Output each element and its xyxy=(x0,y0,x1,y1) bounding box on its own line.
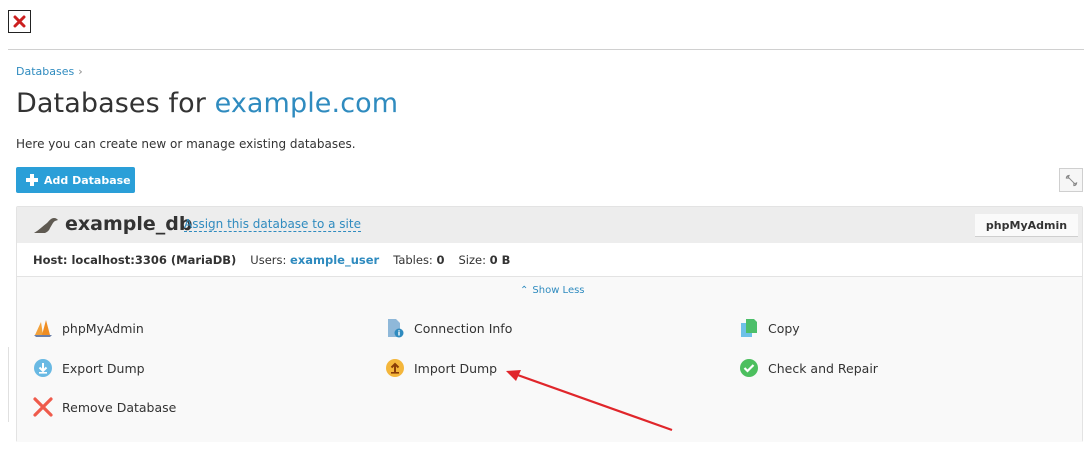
tables-label: Tables: xyxy=(393,252,433,267)
close-button[interactable] xyxy=(8,10,31,33)
plus-icon xyxy=(26,174,38,186)
add-database-label: Add Database xyxy=(44,173,131,187)
sea-lion-icon xyxy=(34,218,58,233)
add-database-button[interactable]: Add Database xyxy=(16,167,135,193)
database-card: example_db Assign this database to a sit… xyxy=(16,206,1083,442)
action-copy[interactable]: Copy xyxy=(739,318,800,338)
page-title-prefix: Databases for xyxy=(16,88,215,119)
chevron-up-icon: ⌃ xyxy=(520,285,529,296)
breadcrumb: Databases › xyxy=(16,65,83,78)
size-info: Size: 0 B xyxy=(458,253,510,267)
action-check-repair-label: Check and Repair xyxy=(768,360,878,376)
database-actions-panel: ⌃ Show Less phpMyAdmin Connection Info C… xyxy=(17,277,1082,442)
show-less-label: Show Less xyxy=(532,285,585,296)
action-check-repair[interactable]: Check and Repair xyxy=(739,358,878,378)
action-copy-label: Copy xyxy=(768,320,800,336)
breadcrumb-databases-link[interactable]: Databases xyxy=(16,65,74,78)
size-label: Size: xyxy=(458,252,486,267)
wrench-icon xyxy=(1065,174,1077,186)
action-export-dump-label: Export Dump xyxy=(62,360,145,376)
tables-value: 0 xyxy=(436,252,445,267)
page-title-domain-link[interactable]: example.com xyxy=(215,88,399,119)
action-import-dump[interactable]: Import Dump xyxy=(385,358,497,378)
phpmyadmin-icon xyxy=(33,318,53,338)
database-info-row: Host: localhost:3306 (MariaDB) Users: ex… xyxy=(17,243,1082,277)
size-value: 0 B xyxy=(489,252,511,267)
action-remove-database[interactable]: Remove Database xyxy=(33,397,176,417)
top-divider xyxy=(8,49,1084,50)
database-name: example_db xyxy=(65,213,193,235)
copy-icon xyxy=(739,318,759,338)
host-info: Host: localhost:3306 (MariaDB) xyxy=(33,252,237,267)
action-export-dump[interactable]: Export Dump xyxy=(33,358,145,378)
page-hint: Here you can create new or manage existi… xyxy=(16,137,356,151)
remove-icon xyxy=(33,397,53,417)
action-phpmyadmin-label: phpMyAdmin xyxy=(62,320,144,336)
action-connection-info[interactable]: Connection Info xyxy=(385,318,512,338)
page-title: Databases for example.com xyxy=(16,88,398,119)
check-repair-icon xyxy=(739,358,759,378)
connection-info-icon xyxy=(385,318,405,338)
action-phpmyadmin[interactable]: phpMyAdmin xyxy=(33,318,144,338)
show-less-toggle[interactable]: ⌃ Show Less xyxy=(520,285,585,296)
export-dump-icon xyxy=(33,358,53,378)
users-link[interactable]: example_user xyxy=(290,253,379,267)
chevron-right-icon: › xyxy=(78,65,83,78)
tables-info: Tables: 0 xyxy=(393,253,444,267)
action-remove-database-label: Remove Database xyxy=(62,399,177,415)
database-card-header: example_db Assign this database to a sit… xyxy=(17,207,1082,243)
action-connection-info-label: Connection Info xyxy=(414,320,513,336)
import-dump-icon xyxy=(385,358,405,378)
action-import-dump-label: Import Dump xyxy=(414,360,498,376)
phpmyadmin-header-button[interactable]: phpMyAdmin xyxy=(975,214,1078,237)
left-divider xyxy=(8,347,9,422)
users-label: Users: xyxy=(250,252,287,267)
assign-database-link[interactable]: Assign this database to a site xyxy=(184,217,361,232)
close-icon xyxy=(13,15,26,28)
settings-button[interactable] xyxy=(1059,168,1083,192)
users-info: Users: example_user xyxy=(250,253,379,267)
